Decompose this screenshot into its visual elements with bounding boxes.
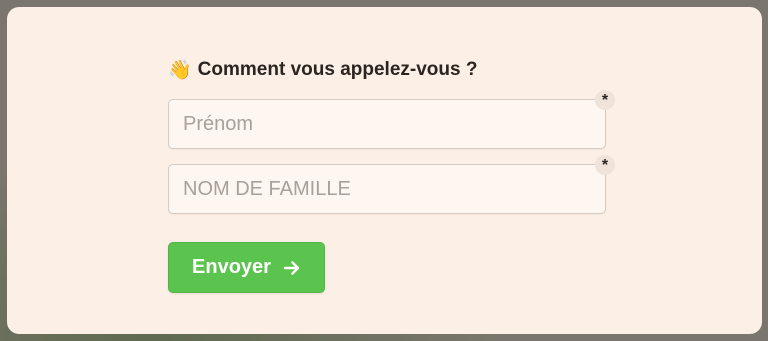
submit-button-label: Envoyer bbox=[192, 256, 271, 278]
last-name-field-wrapper: * bbox=[168, 155, 615, 214]
question-heading: 👋 Comment vous appelez-vous ? bbox=[168, 59, 477, 81]
arrow-right-icon bbox=[283, 259, 301, 277]
first-name-field-wrapper: * bbox=[168, 90, 615, 149]
last-name-required-indicator: * bbox=[595, 155, 615, 175]
first-name-input[interactable] bbox=[168, 99, 606, 149]
waving-hand-icon: 👋 bbox=[168, 58, 192, 81]
first-name-required-indicator: * bbox=[595, 90, 615, 110]
form-card: 👋 Comment vous appelez-vous ? * * Envoye… bbox=[7, 7, 762, 334]
last-name-input[interactable] bbox=[168, 164, 606, 214]
question-text: Comment vous appelez-vous ? bbox=[197, 59, 478, 80]
submit-button[interactable]: Envoyer bbox=[168, 242, 325, 293]
